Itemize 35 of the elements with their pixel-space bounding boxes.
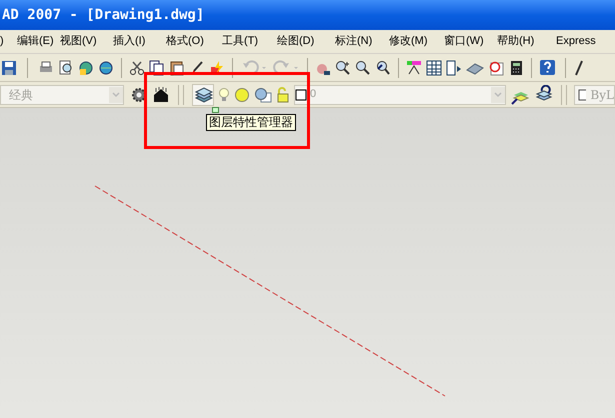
- menu-item[interactable]: 工具(T): [222, 33, 258, 50]
- magnifier-page-icon[interactable]: [58, 60, 74, 76]
- menu-item[interactable]: 视图(V): [60, 33, 97, 50]
- menu-item[interactable]: 窗口(W): [444, 33, 484, 50]
- menu-item[interactable]: 帮助(H): [497, 33, 534, 50]
- scissors-icon[interactable]: [129, 60, 145, 76]
- menu-item[interactable]: 修改(M): [389, 33, 428, 50]
- palette-icon[interactable]: [446, 60, 462, 76]
- globe-icon[interactable]: [98, 60, 114, 76]
- copy-icon[interactable]: [149, 60, 165, 76]
- marker-icon: [212, 107, 219, 113]
- window-title: AD 2007 - [Drawing1.dwg]: [1, 6, 204, 24]
- calculator-icon[interactable]: [508, 60, 524, 76]
- zoom-window-icon[interactable]: [355, 60, 371, 76]
- menu-item[interactable]: 格式(O): [166, 33, 204, 50]
- help-icon[interactable]: [539, 59, 556, 76]
- menu-item[interactable]: 插入(I): [113, 33, 146, 50]
- layer-stack-icon[interactable]: [192, 84, 214, 106]
- grid-panel-icon[interactable]: [426, 60, 442, 76]
- menu-item[interactable]: ): [0, 33, 4, 50]
- menu-item[interactable]: 编辑(E): [17, 33, 54, 50]
- menu-item[interactable]: Express: [556, 33, 596, 50]
- properties-icon[interactable]: [406, 60, 422, 76]
- menu-item[interactable]: 绘图(D): [277, 33, 314, 50]
- padlock-icon[interactable]: [276, 86, 290, 102]
- color-swatch-icon: [295, 88, 307, 100]
- tooltip: 图层特性管理器: [206, 114, 296, 131]
- lightbulb-icon[interactable]: [218, 86, 230, 104]
- house-icon[interactable]: [152, 86, 170, 104]
- markup-cloud-icon[interactable]: [488, 60, 504, 76]
- zoom-in-icon[interactable]: [335, 60, 351, 76]
- menu-item[interactable]: 标注(N): [335, 33, 372, 50]
- pen-icon[interactable]: [575, 60, 583, 76]
- color-swatch-icon: [578, 88, 586, 100]
- zoom-previous-icon[interactable]: [375, 60, 391, 76]
